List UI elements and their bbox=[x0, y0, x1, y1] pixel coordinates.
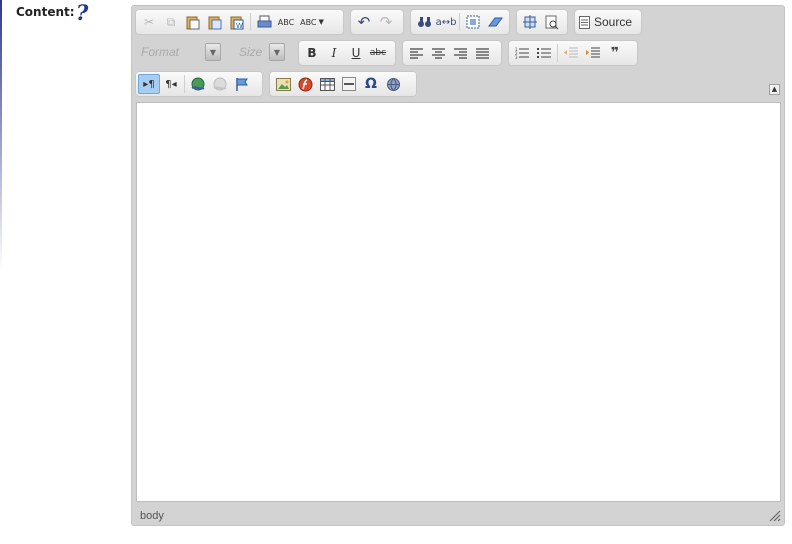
paste-icon[interactable] bbox=[182, 12, 204, 32]
source-label: Source bbox=[594, 15, 633, 29]
align-justify-icon[interactable] bbox=[471, 43, 493, 63]
numbered-list-icon[interactable]: 123 bbox=[511, 43, 533, 63]
alignment-toolgroup bbox=[402, 40, 502, 66]
page-left-edge bbox=[0, 0, 2, 270]
spellcheck-icon[interactable]: ABC bbox=[275, 12, 297, 32]
element-path[interactable]: body bbox=[140, 510, 164, 522]
chevron-down-icon: ▼ bbox=[269, 43, 285, 61]
content-field-label: Content: bbox=[16, 5, 75, 19]
replace-icon[interactable]: a↔b bbox=[435, 12, 457, 32]
paste-word-icon[interactable]: W bbox=[226, 12, 248, 32]
cut-icon[interactable]: ✂ bbox=[138, 12, 160, 32]
text-direction-ltr-button[interactable]: ▸¶ bbox=[138, 74, 160, 94]
rich-text-editor: ✂ ⧉ W ABC ABC ▼ ↶ ↷ a↔b Source Format ▼ … bbox=[131, 5, 785, 526]
direction-toolgroup: ▸¶ ¶◂ bbox=[135, 71, 263, 97]
resize-grip-icon[interactable] bbox=[769, 510, 781, 522]
toolbar-separator bbox=[459, 13, 460, 31]
link-icon[interactable] bbox=[187, 74, 209, 94]
maximize-icon[interactable] bbox=[519, 12, 541, 32]
toolbar-separator bbox=[250, 13, 251, 31]
svg-text:W: W bbox=[236, 22, 243, 30]
special-character-icon[interactable]: Ω bbox=[360, 74, 382, 94]
copy-icon[interactable]: ⧉ bbox=[160, 12, 182, 32]
find-icon[interactable] bbox=[413, 12, 435, 32]
undo-icon[interactable]: ↶ bbox=[353, 12, 375, 32]
history-toolgroup: ↶ ↷ bbox=[350, 9, 404, 35]
strikethrough-button[interactable]: abc bbox=[367, 43, 389, 63]
iframe-globe-icon[interactable] bbox=[382, 74, 404, 94]
chevron-down-icon: ▼ bbox=[205, 43, 221, 61]
source-toolgroup: Source bbox=[574, 9, 642, 35]
find-toolgroup: a↔b bbox=[410, 9, 510, 35]
horizontal-rule-icon[interactable] bbox=[338, 74, 360, 94]
remove-format-icon[interactable] bbox=[484, 12, 506, 32]
redo-icon[interactable]: ↷ bbox=[375, 12, 397, 32]
format-dropdown[interactable]: Format ▼ bbox=[135, 41, 223, 63]
toolbar-separator bbox=[184, 75, 185, 93]
list-toolgroup: 123 ❞ bbox=[508, 40, 638, 66]
clipboard-toolgroup: ✂ ⧉ W ABC ABC ▼ bbox=[135, 9, 344, 35]
italic-button[interactable]: I bbox=[323, 43, 345, 63]
paste-text-icon[interactable] bbox=[204, 12, 226, 32]
question-mark-icon[interactable]: ? bbox=[76, 2, 88, 24]
table-icon[interactable] bbox=[316, 74, 338, 94]
align-center-icon[interactable] bbox=[427, 43, 449, 63]
source-button[interactable]: Source bbox=[577, 12, 638, 32]
size-dropdown[interactable]: Size ▼ bbox=[233, 41, 287, 63]
spellcheck-label: ABC bbox=[277, 17, 295, 27]
view-toolgroup bbox=[516, 9, 568, 35]
toolbar-collapse-button[interactable]: ▲ bbox=[769, 84, 780, 95]
print-icon[interactable] bbox=[253, 12, 275, 32]
spellcheck-as-you-type-icon[interactable]: ABC ▼ bbox=[297, 12, 327, 32]
scayt-label: ABC bbox=[300, 17, 317, 27]
indent-icon[interactable] bbox=[582, 43, 604, 63]
insert-toolgroup: Ω bbox=[269, 71, 417, 97]
underline-button[interactable]: U bbox=[345, 43, 367, 63]
preview-icon[interactable] bbox=[541, 12, 563, 32]
blockquote-icon[interactable]: ❞ bbox=[604, 43, 626, 63]
toolbar-separator bbox=[557, 44, 558, 62]
basic-style-toolgroup: B I U abc bbox=[298, 40, 396, 66]
text-direction-rtl-button[interactable]: ¶◂ bbox=[160, 74, 182, 94]
document-icon bbox=[579, 15, 590, 29]
unlink-icon[interactable] bbox=[209, 74, 231, 94]
flash-icon[interactable] bbox=[294, 74, 316, 94]
outdent-icon[interactable] bbox=[560, 43, 582, 63]
select-all-icon[interactable] bbox=[462, 12, 484, 32]
editor-content-area[interactable] bbox=[136, 102, 781, 502]
align-left-icon[interactable] bbox=[405, 43, 427, 63]
svg-text:3: 3 bbox=[515, 55, 518, 59]
bold-button[interactable]: B bbox=[301, 43, 323, 63]
anchor-flag-icon[interactable] bbox=[231, 74, 253, 94]
format-placeholder: Format bbox=[141, 45, 180, 59]
bulleted-list-icon[interactable] bbox=[533, 43, 555, 63]
size-placeholder: Size bbox=[239, 45, 263, 59]
image-icon[interactable] bbox=[272, 74, 294, 94]
align-right-icon[interactable] bbox=[449, 43, 471, 63]
